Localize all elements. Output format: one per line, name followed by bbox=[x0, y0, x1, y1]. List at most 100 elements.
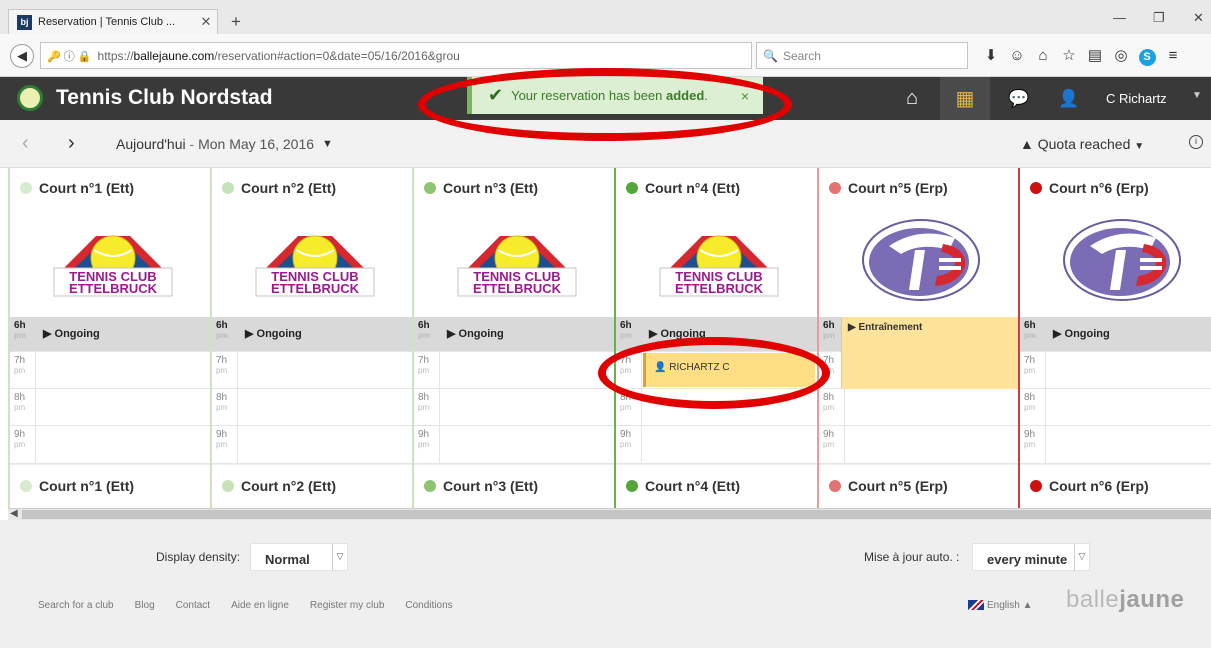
court-header[interactable]: Court n°5 (Erp) bbox=[819, 168, 1018, 317]
court-header[interactable]: Court n°3 (Ett) TENNIS CLUB ETTELBRUCK bbox=[414, 168, 614, 317]
prev-day-icon[interactable]: ‹ bbox=[22, 132, 29, 155]
time-slot[interactable]: 9h pm bbox=[414, 426, 614, 464]
time-slot[interactable]: 6h pm ▶ Ongoing bbox=[616, 317, 817, 352]
slot-cell[interactable] bbox=[844, 426, 1018, 463]
time-slot[interactable]: 9h pm bbox=[10, 426, 210, 464]
time-slot[interactable]: 7h pm 👤 RICHARTZ C bbox=[616, 352, 817, 389]
ballejaune-logo[interactable]: ballejaune bbox=[1066, 586, 1184, 614]
footer-link[interactable]: Aide en ligne bbox=[231, 600, 289, 611]
browser-search-input[interactable]: 🔍 Search bbox=[756, 42, 968, 69]
language-selector[interactable]: English ▲ bbox=[968, 600, 1033, 611]
toast-close-button[interactable]: × bbox=[741, 88, 749, 104]
calendar-icon[interactable]: ▦ bbox=[940, 77, 990, 120]
footer-link[interactable]: Register my club bbox=[310, 600, 384, 611]
caret-down-icon[interactable]: ▼ bbox=[1192, 90, 1202, 101]
reservation-block[interactable]: 👤 RICHARTZ C bbox=[643, 353, 815, 387]
footer-link[interactable]: Contact bbox=[176, 600, 210, 611]
time-slot[interactable]: 8h pm bbox=[414, 389, 614, 426]
auto-update-select[interactable]: every minute ▽ bbox=[972, 543, 1090, 571]
slot-cell[interactable] bbox=[237, 426, 412, 463]
slot-cell[interactable] bbox=[1045, 352, 1211, 388]
time-slot[interactable]: 9h pm bbox=[616, 426, 817, 464]
slot-cell[interactable]: ▶ Ongoing bbox=[35, 317, 210, 351]
download-icon[interactable]: ⬇ bbox=[978, 46, 1004, 64]
slot-cell[interactable] bbox=[641, 426, 817, 463]
menu-icon[interactable]: ≡ bbox=[1160, 47, 1186, 64]
close-window-icon[interactable]: ✕ bbox=[1193, 10, 1204, 26]
quota-dropdown[interactable]: ▲ Quota reached ▼ bbox=[1020, 136, 1144, 152]
time-slot[interactable]: 8h pm bbox=[10, 389, 210, 426]
home-icon[interactable]: ⌂ bbox=[887, 77, 937, 120]
court-name-footer[interactable]: Court n°5 (Erp) bbox=[829, 478, 948, 494]
footer-link[interactable]: Conditions bbox=[405, 600, 452, 611]
slot-cell[interactable] bbox=[439, 426, 614, 463]
court-name[interactable]: Court n°1 (Ett) bbox=[20, 180, 134, 196]
ongoing-label[interactable]: ▶ Ongoing bbox=[1053, 327, 1110, 340]
chat-icon[interactable]: 💬 bbox=[994, 77, 1044, 120]
skype-icon[interactable]: S bbox=[1134, 47, 1160, 66]
back-arrow-icon[interactable]: ◀ bbox=[10, 44, 34, 68]
user-name[interactable]: C Richartz bbox=[1106, 91, 1167, 106]
slot-cell[interactable]: ▶ Ongoing bbox=[237, 317, 412, 351]
slot-cell[interactable]: 👤 RICHARTZ C bbox=[641, 352, 817, 388]
horizontal-scrollbar[interactable]: ◀ bbox=[8, 508, 1211, 520]
court-name[interactable]: Court n°4 (Ett) bbox=[626, 180, 740, 196]
training-block[interactable]: ▶ Entraînement bbox=[841, 317, 1018, 389]
restore-icon[interactable]: ❐ bbox=[1153, 10, 1165, 26]
court-name-footer[interactable]: Court n°1 (Ett) bbox=[20, 478, 134, 494]
slot-cell[interactable] bbox=[35, 426, 210, 463]
info-icon[interactable]: i bbox=[1189, 135, 1203, 149]
court-header[interactable]: Court n°4 (Ett) TENNIS CLUB ETTELBRUCK bbox=[616, 168, 817, 317]
user-avatar-icon[interactable]: 👤 bbox=[1044, 77, 1094, 120]
scrollbar-thumb[interactable] bbox=[22, 510, 1211, 519]
court-name[interactable]: Court n°2 (Ett) bbox=[222, 180, 336, 196]
court-header[interactable]: Court n°6 (Erp) bbox=[1020, 168, 1211, 317]
court-name-footer[interactable]: Court n°2 (Ett) bbox=[222, 478, 336, 494]
time-slot[interactable]: 7h pm bbox=[1020, 352, 1211, 389]
club-logo-icon[interactable] bbox=[17, 85, 43, 111]
density-select[interactable]: Normal ▽ bbox=[250, 543, 348, 571]
scroll-left-icon[interactable]: ◀ bbox=[10, 508, 18, 519]
slot-cell[interactable] bbox=[35, 389, 210, 425]
ongoing-label[interactable]: ▶ Ongoing bbox=[447, 327, 504, 340]
court-name-footer[interactable]: Court n°6 (Erp) bbox=[1030, 478, 1149, 494]
next-day-icon[interactable]: › bbox=[68, 132, 75, 155]
slot-cell[interactable] bbox=[439, 389, 614, 425]
time-slot[interactable]: 7h pm bbox=[212, 352, 412, 389]
new-tab-button[interactable]: + bbox=[231, 12, 241, 32]
court-name-footer[interactable]: Court n°3 (Ett) bbox=[424, 478, 538, 494]
browser-tab[interactable]: bj Reservation | Tennis Club ... ✕ bbox=[8, 9, 218, 34]
footer-link[interactable]: Search for a club bbox=[38, 600, 114, 611]
ongoing-label[interactable]: ▶ Ongoing bbox=[43, 327, 100, 340]
ongoing-label[interactable]: ▶ Ongoing bbox=[649, 327, 706, 340]
date-selector[interactable]: Aujourd'hui - Mon May 16, 2016 bbox=[116, 136, 314, 152]
address-bar[interactable]: 🔑 ⓘ 🔒 https://ballejaune.com/reservation… bbox=[40, 42, 752, 69]
time-slot[interactable]: 8h pm bbox=[819, 389, 1018, 426]
time-slot[interactable]: 8h pm bbox=[1020, 389, 1211, 426]
court-header[interactable]: Court n°2 (Ett) TENNIS CLUB ETTELBRUCK bbox=[212, 168, 412, 317]
court-header[interactable]: Court n°1 (Ett) TENNIS CLUB ETTELBRUCK bbox=[10, 168, 210, 317]
time-slot[interactable]: 7h pm bbox=[10, 352, 210, 389]
footer-link[interactable]: Blog bbox=[135, 600, 155, 611]
slot-cell[interactable] bbox=[1045, 389, 1211, 425]
slot-cell[interactable] bbox=[641, 389, 817, 425]
time-slot[interactable]: 9h pm bbox=[1020, 426, 1211, 464]
slot-cell[interactable] bbox=[844, 389, 1018, 425]
time-slot[interactable]: 9h pm bbox=[212, 426, 412, 464]
time-slot[interactable]: 8h pm bbox=[212, 389, 412, 426]
slot-cell[interactable] bbox=[237, 352, 412, 388]
date-caret-down-icon[interactable]: ▼ bbox=[322, 138, 333, 150]
time-slot[interactable]: 8h pm bbox=[616, 389, 817, 426]
reader-icon[interactable]: ▤ bbox=[1082, 46, 1108, 64]
close-tab-icon[interactable]: ✕ bbox=[195, 14, 217, 30]
court-name[interactable]: Court n°3 (Ett) bbox=[424, 180, 538, 196]
slot-cell[interactable] bbox=[35, 352, 210, 388]
bookmark-star-icon[interactable]: ☆ bbox=[1056, 46, 1082, 64]
time-slot[interactable]: 9h pm bbox=[819, 426, 1018, 464]
home-icon[interactable]: ⌂ bbox=[1030, 47, 1056, 64]
slot-cell[interactable] bbox=[237, 389, 412, 425]
time-slot[interactable]: 6h pm ▶ Ongoing bbox=[414, 317, 614, 352]
time-slot[interactable]: 6h pm ▶ Ongoing bbox=[10, 317, 210, 352]
slot-cell[interactable]: ▶ Ongoing bbox=[439, 317, 614, 351]
time-slot[interactable]: 6h pm ▶ Ongoing bbox=[212, 317, 412, 352]
